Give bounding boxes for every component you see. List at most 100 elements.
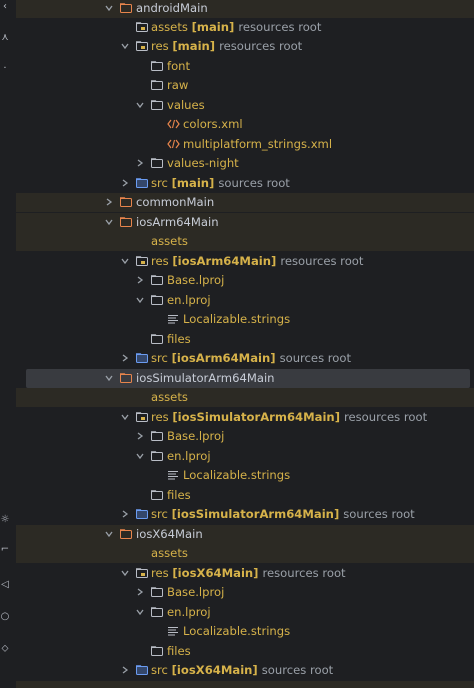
chevron-right-icon[interactable] [135, 431, 145, 441]
vcs-icon[interactable]: ⋏ [0, 33, 10, 43]
tree-node-iosSimulatorArm64Main[interactable]: iosSimulatorArm64Main [26, 369, 470, 388]
node-label: raw [167, 78, 189, 92]
chevron-right-icon[interactable] [104, 197, 114, 207]
node-root-type: sources root [279, 351, 352, 365]
module-folder-icon [120, 197, 132, 207]
tree-node-src-iosX64[interactable]: src [iosX64Main] sources root [16, 661, 474, 680]
tree-node-base-lproj[interactable]: Base.lproj [16, 583, 474, 602]
resource-folder-icon [136, 256, 148, 266]
tree-node-files[interactable]: files [16, 642, 474, 661]
chevron-down-icon[interactable] [104, 3, 114, 13]
chevron-down-icon[interactable] [135, 100, 145, 110]
chevron-down-icon[interactable] [135, 607, 145, 617]
source-folder-icon [136, 665, 148, 675]
tree-node-files[interactable]: files [16, 486, 474, 505]
chevron-right-icon[interactable] [135, 158, 145, 168]
chevron-right-icon[interactable] [120, 353, 130, 363]
tree-node-multiplatform-strings-xml[interactable]: multiplatform_strings.xml [16, 135, 474, 154]
tree-node-localizable-strings[interactable]: Localizable.strings [16, 310, 474, 329]
chevron-down-icon[interactable] [120, 568, 130, 578]
chevron-down-icon[interactable] [120, 41, 130, 51]
tree-node-res-main[interactable]: res [main] resources root [16, 37, 474, 56]
folder-icon [151, 295, 163, 305]
node-label: iosArm64Main [136, 215, 219, 229]
problems-icon[interactable]: ◁ [0, 580, 10, 590]
tree-node-raw[interactable]: raw [16, 76, 474, 95]
tree-node-res-iosArm64[interactable]: res [iosArm64Main] resources root [16, 252, 474, 271]
tree-node-en-lproj[interactable]: en.lproj [16, 603, 474, 622]
tree-node-base-lproj[interactable]: Base.lproj [16, 271, 474, 290]
node-label: font [167, 59, 191, 73]
text-file-icon [167, 470, 179, 480]
tree-node-assets-main[interactable]: assets [main] resources root [16, 18, 474, 37]
tree-node-res-iosX64[interactable]: res [iosX64Main] resources root [16, 564, 474, 583]
chevron-right-icon[interactable] [135, 587, 145, 597]
tree-node-res-iosSimulatorArm64[interactable]: res [iosSimulatorArm64Main] resources roo… [16, 408, 474, 427]
tree-node-values[interactable]: values [16, 96, 474, 115]
chevron-down-icon[interactable] [120, 412, 130, 422]
tree-node-src-iosArm64[interactable]: src [iosArm64Main] sources root [16, 349, 474, 368]
folder-icon [151, 100, 163, 110]
git-icon[interactable]: ⬦ [0, 644, 10, 654]
chevron-right-icon[interactable] [120, 178, 130, 188]
folder-icon [151, 80, 163, 90]
tree-node-src-iosSimulatorArm64[interactable]: src [iosSimulatorArm64Main] sources root [16, 505, 474, 524]
text-file-icon [167, 314, 179, 324]
resource-folder-icon [136, 412, 148, 422]
tree-node-en-lproj[interactable]: en.lproj [16, 447, 474, 466]
node-root-type: sources root [261, 663, 334, 677]
node-label: files [167, 332, 191, 346]
left-tool-gutter: ‹ ⋏ · ☼ ⌐ ◁ ○ ⬦ [0, 0, 16, 688]
module-folder-icon [120, 3, 132, 13]
project-tree: androidMain assets [main] resources root … [16, 0, 474, 688]
node-label: commonMain [136, 195, 215, 209]
node-source-set: [main] [191, 20, 235, 34]
chevron-right-icon[interactable] [120, 509, 130, 519]
chevron-left-icon[interactable]: ‹ [0, 2, 10, 12]
chevron-down-icon[interactable] [104, 529, 114, 539]
tree-node-base-lproj[interactable]: Base.lproj [16, 427, 474, 446]
tree-node-next-module[interactable] [16, 681, 474, 688]
terminal-icon[interactable]: ⌐ [0, 545, 10, 555]
node-root-type: sources root [218, 176, 290, 190]
tree-node-commonMain[interactable]: commonMain [16, 193, 474, 212]
chevron-down-icon[interactable] [135, 295, 145, 305]
debug-icon[interactable]: ☼ [0, 515, 10, 525]
node-source-set: [main] [172, 39, 216, 53]
node-label: iosSimulatorArm64Main [136, 371, 275, 385]
tree-node-assets-iosArm64[interactable]: assets [16, 232, 474, 251]
folder-icon [151, 607, 163, 617]
source-folder-icon [136, 353, 148, 363]
xml-file-icon [167, 139, 180, 149]
tree-node-iosArm64Main[interactable]: iosArm64Main [16, 213, 474, 232]
node-label: files [167, 488, 191, 502]
tree-node-localizable-strings[interactable]: Localizable.strings [16, 622, 474, 641]
node-label: Base.lproj [167, 273, 225, 287]
chevron-right-icon[interactable] [120, 665, 130, 675]
chevron-down-icon[interactable] [104, 217, 114, 227]
node-label: src [151, 663, 168, 677]
node-label: Localizable.strings [183, 468, 291, 482]
tree-node-font[interactable]: font [16, 57, 474, 76]
node-label: colors.xml [183, 117, 243, 131]
tree-node-en-lproj[interactable]: en.lproj [16, 291, 474, 310]
tree-node-colors-xml[interactable]: colors.xml [16, 115, 474, 134]
node-label: res [151, 566, 169, 580]
tree-node-values-night[interactable]: values-night [16, 154, 474, 173]
tree-node-iosX64Main[interactable]: iosX64Main [16, 525, 474, 544]
tree-node-src-main[interactable]: src [main] sources root [16, 174, 474, 193]
tree-node-files[interactable]: files [16, 330, 474, 349]
node-label: Localizable.strings [183, 624, 291, 638]
tree-node-androidMain[interactable]: androidMain [16, 0, 474, 18]
chevron-down-icon[interactable] [104, 373, 114, 383]
node-root-type: resources root [262, 566, 346, 580]
chevron-right-icon[interactable] [135, 275, 145, 285]
dot-icon[interactable]: · [0, 64, 10, 74]
services-icon[interactable]: ○ [0, 612, 10, 622]
tree-node-assets-iosX64[interactable]: assets [16, 544, 474, 563]
tree-node-localizable-strings[interactable]: Localizable.strings [16, 466, 474, 485]
tree-node-assets-iosSimulatorArm64[interactable]: assets [16, 388, 474, 407]
node-label: Base.lproj [167, 429, 225, 443]
chevron-down-icon[interactable] [135, 451, 145, 461]
chevron-down-icon[interactable] [120, 256, 130, 266]
